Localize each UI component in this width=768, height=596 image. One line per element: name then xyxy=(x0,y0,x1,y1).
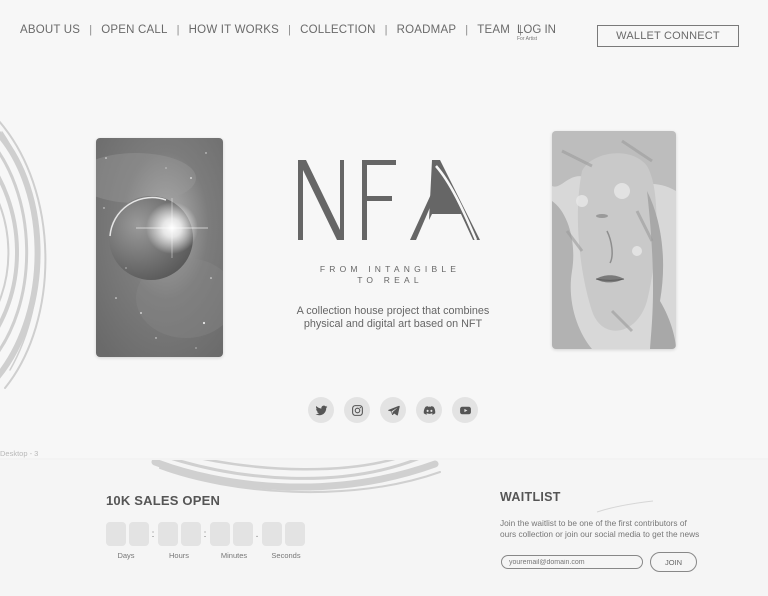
countdown-digit xyxy=(285,522,305,546)
countdown-timer: : : . xyxy=(106,522,308,546)
discord-icon xyxy=(423,405,435,415)
countdown-label-hours: Hours xyxy=(168,551,189,560)
nav-separator: | xyxy=(465,24,469,36)
countdown-digit xyxy=(233,522,253,546)
hero-description: A collection house project that combines… xyxy=(270,305,516,331)
nav-about-us[interactable]: ABOUT US xyxy=(20,24,80,36)
tagline: FROM INTANGIBLE TO REAL xyxy=(290,264,490,286)
discord-button[interactable] xyxy=(416,397,442,423)
waitlist-desc-line-2: ours collection or join our social media… xyxy=(500,529,700,539)
login-sublabel: For Artist xyxy=(517,36,538,42)
wallet-connect-button[interactable]: WALLET CONNECT xyxy=(597,25,739,47)
countdown-separator: : xyxy=(203,528,207,540)
waitlist-desc-line-1: Join the waitlist to be one of the first… xyxy=(500,518,687,528)
hero-section: ABOUT US | OPEN CALL | HOW IT WORKS | CO… xyxy=(0,0,768,458)
email-input[interactable] xyxy=(501,555,643,569)
waitlist-description: Join the waitlist to be one of the first… xyxy=(500,518,750,540)
frame-label: Desktop - 3 xyxy=(0,449,39,458)
countdown-label-seconds: Seconds xyxy=(271,551,301,560)
countdown-separator: : xyxy=(151,528,155,540)
nav-collection[interactable]: COLLECTION xyxy=(300,24,376,36)
nav-separator: | xyxy=(288,24,292,36)
nav-roadmap[interactable]: ROADMAP xyxy=(397,24,457,36)
nfa-logo xyxy=(298,160,480,241)
instagram-button[interactable] xyxy=(344,397,370,423)
telegram-button[interactable] xyxy=(380,397,406,423)
countdown-digit xyxy=(181,522,201,546)
description-line-1: A collection house project that combines xyxy=(296,305,490,317)
youtube-icon xyxy=(459,406,471,414)
countdown-digit xyxy=(210,522,230,546)
tagline-line-1: FROM INTANGIBLE xyxy=(319,264,461,274)
countdown-digit xyxy=(106,522,126,546)
artwork-portrait-face xyxy=(552,131,676,349)
twitter-icon xyxy=(315,405,327,415)
description-line-2: physical and digital art based on NFT xyxy=(303,318,483,330)
nav-separator: | xyxy=(89,24,93,36)
countdown-label-days: Days xyxy=(117,551,135,560)
nav-how-it-works[interactable]: HOW IT WORKS xyxy=(189,24,279,36)
brush-stroke-decoration xyxy=(0,120,47,389)
countdown-separator: . xyxy=(255,528,259,540)
countdown-label-minutes: Minutes xyxy=(220,551,248,560)
nav-separator: | xyxy=(176,24,180,36)
artwork-space-planet xyxy=(96,138,223,357)
join-button[interactable]: JOIN xyxy=(650,552,697,572)
bottom-section: 10K SALES OPEN : : . Days Hours Minutes … xyxy=(0,460,768,596)
twitter-button[interactable] xyxy=(308,397,334,423)
countdown-title: 10K SALES OPEN xyxy=(106,493,221,508)
main-nav: ABOUT US | OPEN CALL | HOW IT WORKS | CO… xyxy=(20,24,531,36)
instagram-icon xyxy=(351,404,363,416)
nav-open-call[interactable]: OPEN CALL xyxy=(101,24,167,36)
social-links xyxy=(308,397,478,423)
countdown-digit xyxy=(158,522,178,546)
telegram-icon xyxy=(387,405,400,416)
tagline-line-2: TO REAL xyxy=(357,275,423,285)
waitlist-title: WAITLIST xyxy=(500,490,561,504)
decorative-line xyxy=(596,500,654,513)
login-link[interactable]: LOG IN For Artist xyxy=(517,24,556,42)
countdown-digit xyxy=(129,522,149,546)
login-label: LOG IN xyxy=(517,24,556,36)
youtube-button[interactable] xyxy=(452,397,478,423)
countdown-digit xyxy=(262,522,282,546)
nav-team[interactable]: TEAM xyxy=(477,24,510,36)
nav-separator: | xyxy=(384,24,388,36)
